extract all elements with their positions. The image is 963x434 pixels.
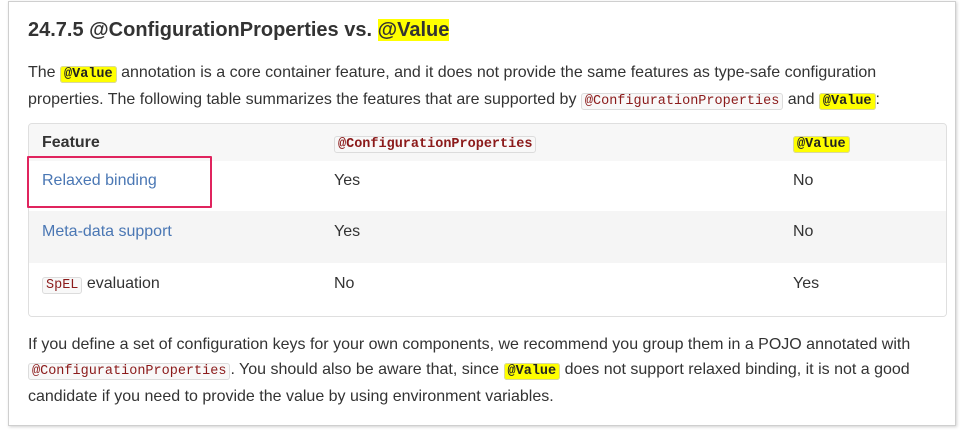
config-props-code: @ConfigurationProperties xyxy=(580,93,784,110)
document-frame: 24.7.5 @ConfigurationProperties vs. @Val… xyxy=(8,1,956,426)
spel-evaluation-text: evaluation xyxy=(82,275,160,292)
heading-highlight: @Value xyxy=(377,19,450,41)
header-value: @Value xyxy=(793,124,850,163)
feature-comparison-table: Feature @ConfigurationProperties @Value … xyxy=(28,123,947,317)
header-value-code: @Value xyxy=(793,136,850,153)
document-content: 24.7.5 @ConfigurationProperties vs. @Val… xyxy=(28,16,947,405)
intro-paragraph: The @Value annotation is a core containe… xyxy=(28,60,908,114)
intro-text-4: : xyxy=(875,91,880,108)
value-annotation-code-2: @Value xyxy=(818,93,876,110)
outro-text-1: If you define a set of configuration key… xyxy=(28,336,911,353)
value-annotation-code: @Value xyxy=(60,66,117,83)
outro-text-2: . You should also be aware that, since xyxy=(230,361,504,378)
table-row: SpEL evaluation No Yes xyxy=(29,263,946,316)
intro-text-3: and xyxy=(783,91,819,108)
cell-config-props: Yes xyxy=(334,172,361,189)
outro-paragraph: If you define a set of configuration key… xyxy=(28,332,943,409)
header-config-props-code: @ConfigurationProperties xyxy=(334,136,537,153)
header-config-props: @ConfigurationProperties xyxy=(334,124,537,163)
heading-text: 24.7.5 @ConfigurationProperties vs. xyxy=(28,19,378,41)
spel-evaluation-cell: SpEL evaluation xyxy=(42,263,160,307)
cell-value: Yes xyxy=(793,275,820,292)
cell-config-props: No xyxy=(334,275,355,292)
metadata-support-link[interactable]: Meta-data support xyxy=(42,211,172,253)
intro-text-1: The xyxy=(28,64,61,81)
annotation-highlight-box xyxy=(27,156,212,208)
cell-value: No xyxy=(793,172,814,189)
value-annotation-code-3: @Value xyxy=(503,363,561,380)
cell-value: No xyxy=(793,223,814,240)
config-props-code-2: @ConfigurationProperties xyxy=(28,363,231,380)
section-heading: 24.7.5 @ConfigurationProperties vs. @Val… xyxy=(28,16,940,46)
table-row: Meta-data support Yes No xyxy=(29,211,946,263)
cell-config-props: Yes xyxy=(334,223,361,240)
spel-code: SpEL xyxy=(42,277,83,294)
